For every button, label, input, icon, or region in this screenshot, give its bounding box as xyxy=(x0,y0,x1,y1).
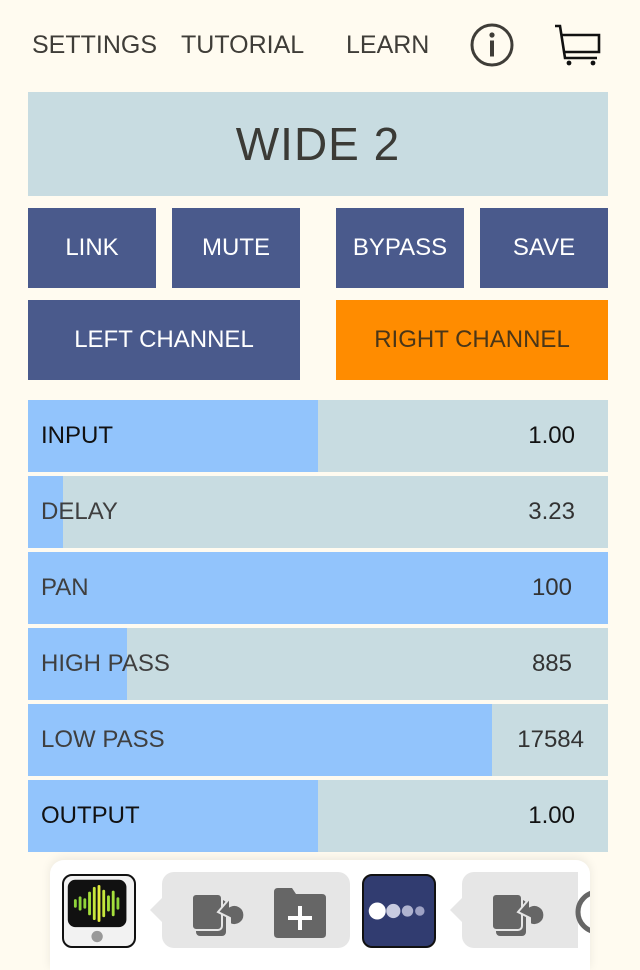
link-button[interactable]: LINK xyxy=(28,208,156,288)
slider-value: 885 xyxy=(531,650,572,677)
app-dock xyxy=(50,860,590,970)
slider-value: 3.23 xyxy=(528,498,575,525)
high-pass-slider[interactable]: HIGH PASS 885 xyxy=(28,628,608,700)
cart-icon[interactable] xyxy=(553,22,603,68)
slider-label: DELAY xyxy=(41,498,118,525)
slider-value: 17584 xyxy=(517,726,584,753)
input-slider[interactable]: INPUT 1.00 xyxy=(28,400,608,472)
settings-link[interactable]: SETTINGS xyxy=(32,30,157,60)
info-icon[interactable] xyxy=(469,22,515,68)
slider-value: 100 xyxy=(531,574,572,601)
slider-label: LOW PASS xyxy=(41,726,165,753)
low-pass-slider[interactable]: LOW PASS 17584 xyxy=(28,704,608,776)
waveform-icon xyxy=(67,879,127,943)
partial-icon[interactable] xyxy=(570,884,590,940)
tutorial-link[interactable]: TUTORIAL xyxy=(181,30,304,60)
output-slider[interactable]: OUTPUT 1.00 xyxy=(28,780,608,852)
preset-name[interactable]: WIDE 2 xyxy=(28,92,608,196)
bypass-button[interactable]: BYPASS xyxy=(336,208,464,288)
right-channel-button[interactable]: RIGHT CHANNEL xyxy=(336,300,608,380)
learn-link[interactable]: LEARN xyxy=(346,30,429,60)
slider-label: PAN xyxy=(41,574,89,601)
top-navigation: SETTINGS TUTORIAL LEARN xyxy=(0,0,640,90)
host-controls-bubble xyxy=(150,872,350,948)
audio-route-icon[interactable] xyxy=(490,884,546,940)
waveform-app-icon[interactable] xyxy=(62,874,136,948)
slider-value: 1.00 xyxy=(528,422,575,449)
app-controls-bubble xyxy=(450,872,590,948)
left-channel-button[interactable]: LEFT CHANNEL xyxy=(28,300,300,380)
slider-label: OUTPUT xyxy=(41,802,140,829)
slider-fill xyxy=(28,552,608,624)
mute-button[interactable]: MUTE xyxy=(172,208,300,288)
slider-value: 1.00 xyxy=(528,802,575,829)
folder-add-icon[interactable] xyxy=(272,884,328,940)
delay-slider[interactable]: DELAY 3.23 xyxy=(28,476,608,548)
slider-label: HIGH PASS xyxy=(41,650,170,677)
slider-label: INPUT xyxy=(41,422,113,449)
audio-route-icon[interactable] xyxy=(190,884,246,940)
pan-slider[interactable]: PAN 100 xyxy=(28,552,608,624)
dots-icon xyxy=(368,902,425,920)
dots-app-icon[interactable] xyxy=(362,874,436,948)
save-button[interactable]: SAVE xyxy=(480,208,608,288)
